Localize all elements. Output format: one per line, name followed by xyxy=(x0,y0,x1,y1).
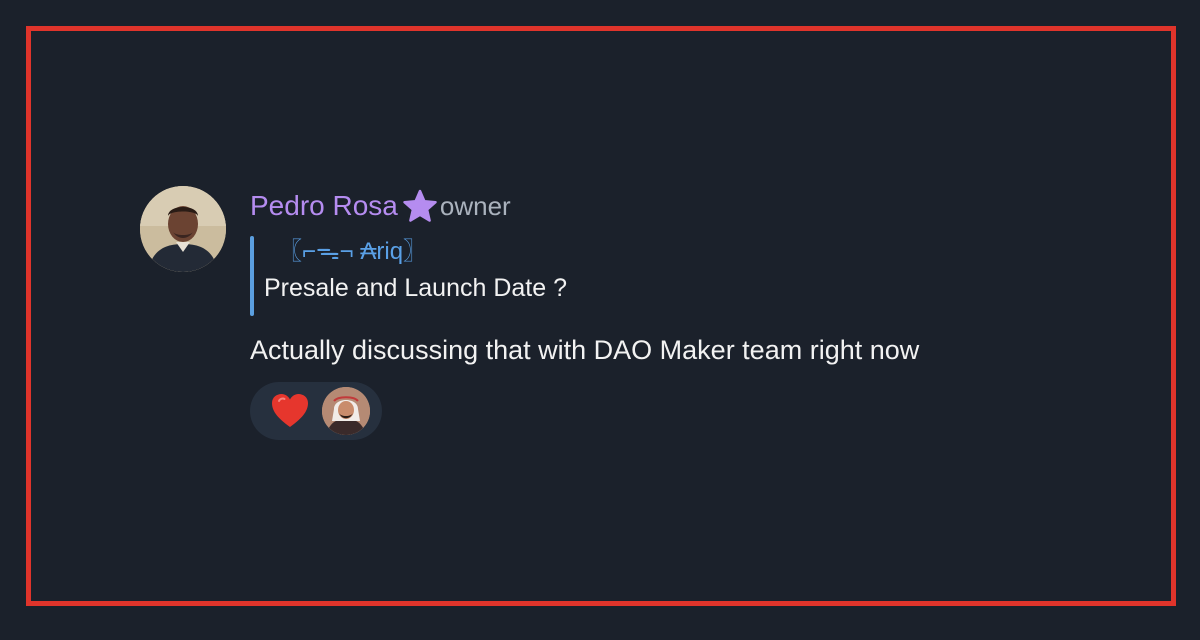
message-text: Actually discussing that with DAO Maker … xyxy=(250,335,920,365)
sender-avatar[interactable] xyxy=(140,186,226,272)
reactor-avatar[interactable] xyxy=(322,387,370,435)
star-icon xyxy=(402,189,438,223)
sender-name[interactable]: Pedro Rosa xyxy=(250,186,398,226)
reply-quote[interactable]: 〖⌐ᯓ¬ ₳riq〗 Presale and Launch Date ? xyxy=(250,236,1090,316)
reply-text: Presale and Launch Date ? xyxy=(264,274,567,302)
reply-author: 〖⌐ᯓ¬ ₳riq〗 xyxy=(278,238,428,265)
reply-bar xyxy=(250,236,254,316)
reaction-chip[interactable] xyxy=(250,382,382,440)
chat-message[interactable]: Pedro Rosa owner 〖⌐ᯓ¬ ₳riq〗 Presale and … xyxy=(140,186,1100,456)
sender-role: owner xyxy=(439,191,511,221)
sender-avatar-image xyxy=(140,186,226,272)
heart-icon xyxy=(270,392,310,430)
message-header: Pedro Rosa owner xyxy=(250,186,1090,226)
message-content: Pedro Rosa owner 〖⌐ᯓ¬ ₳riq〗 Presale and … xyxy=(250,186,1090,440)
